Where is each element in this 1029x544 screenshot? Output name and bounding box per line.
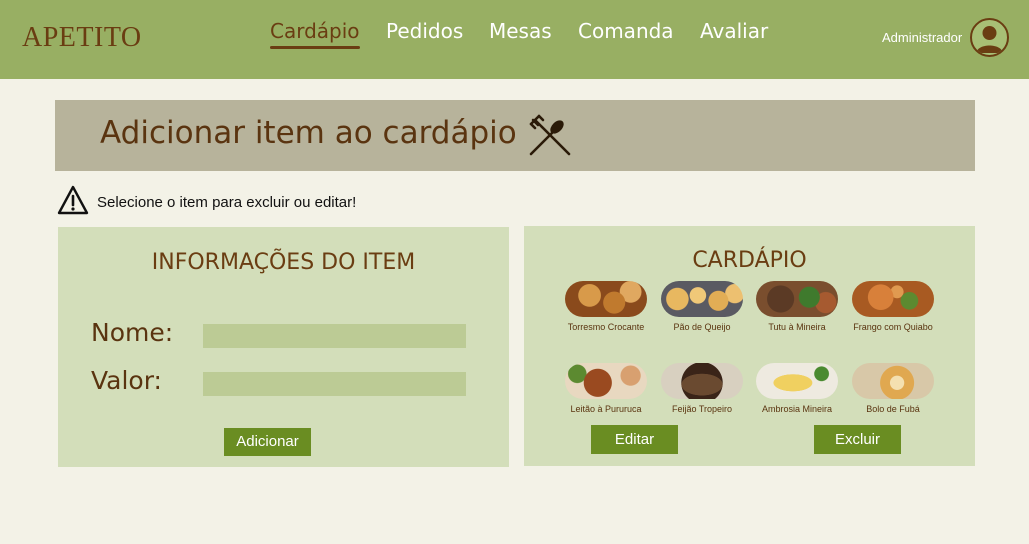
active-nav-underline — [270, 46, 360, 49]
nav-item-mesas[interactable]: Mesas — [489, 19, 552, 43]
nav-item-avaliar[interactable]: Avaliar — [700, 19, 768, 43]
page-title-band: Adicionar item ao cardápio — [55, 100, 975, 171]
food-name: Feijão Tropeiro — [671, 404, 733, 414]
item-info-panel: INFORMAÇÕES DO ITEM Nome: Valor: Adicion… — [58, 227, 509, 467]
fork-knife-icon — [529, 114, 571, 156]
nav-item-pedidos[interactable]: Pedidos — [386, 19, 463, 43]
food-image — [756, 281, 838, 317]
nav-label: Cardápio — [270, 19, 360, 43]
user-avatar-icon[interactable] — [970, 18, 1009, 57]
food-image — [852, 363, 934, 399]
page-title: Adicionar item ao cardápio — [100, 115, 517, 151]
menu-title: CARDÁPIO — [692, 248, 807, 273]
menu-item-leitao[interactable]: Leitão à Pururuca — [565, 363, 647, 418]
menu-item-ambrosia[interactable]: Ambrosia Mineira — [756, 363, 838, 418]
menu-item-tutu[interactable]: Tutu à Mineira — [756, 281, 838, 336]
food-image — [661, 363, 743, 399]
food-image — [565, 363, 647, 399]
food-image — [661, 281, 743, 317]
menu-item-torresmo[interactable]: Torresmo Crocante — [565, 281, 647, 336]
edit-button[interactable]: Editar — [591, 425, 678, 454]
food-image — [565, 281, 647, 317]
food-name: Tutu à Mineira — [768, 322, 826, 332]
menu-item-pao-de-queijo[interactable]: Pão de Queijo — [661, 281, 743, 336]
food-name: Bolo de Fubá — [866, 404, 920, 414]
menu-item-bolo-fuba[interactable]: Bolo de Fubá — [852, 363, 934, 418]
item-info-title: INFORMAÇÕES DO ITEM — [151, 250, 416, 275]
delete-button[interactable]: Excluir — [814, 425, 901, 454]
name-label: Nome: — [91, 318, 174, 347]
nav-item-comanda[interactable]: Comanda — [578, 19, 674, 43]
top-navigation-bar: APETITO Cardápio Pedidos Mesas Comanda A… — [0, 0, 1029, 79]
food-name: Ambrosia Mineira — [761, 404, 833, 414]
add-button[interactable]: Adicionar — [224, 428, 311, 456]
user-name[interactable]: Administrador — [882, 30, 962, 45]
warning-icon — [57, 185, 89, 215]
menu-panel: CARDÁPIO Torresmo Crocante Pão de Queijo… — [524, 226, 975, 466]
name-input[interactable] — [203, 324, 466, 348]
food-name: Pão de Queijo — [673, 322, 731, 332]
price-input[interactable] — [203, 372, 466, 396]
app-logo[interactable]: APETITO — [22, 22, 142, 54]
food-name: Torresmo Crocante — [567, 322, 645, 332]
food-image — [756, 363, 838, 399]
food-name: Frango com Quiabo — [853, 322, 933, 332]
food-name: Leitão à Pururuca — [570, 404, 642, 414]
food-image — [852, 281, 934, 317]
menu-item-frango-quiabo[interactable]: Frango com Quiabo — [852, 281, 934, 336]
price-label: Valor: — [91, 366, 162, 395]
menu-item-feijao-tropeiro[interactable]: Feijão Tropeiro — [661, 363, 743, 418]
nav-item-cardapio[interactable]: Cardápio — [270, 19, 360, 49]
notice-text: Selecione o item para excluir ou editar! — [97, 194, 357, 211]
person-icon — [976, 26, 1003, 53]
